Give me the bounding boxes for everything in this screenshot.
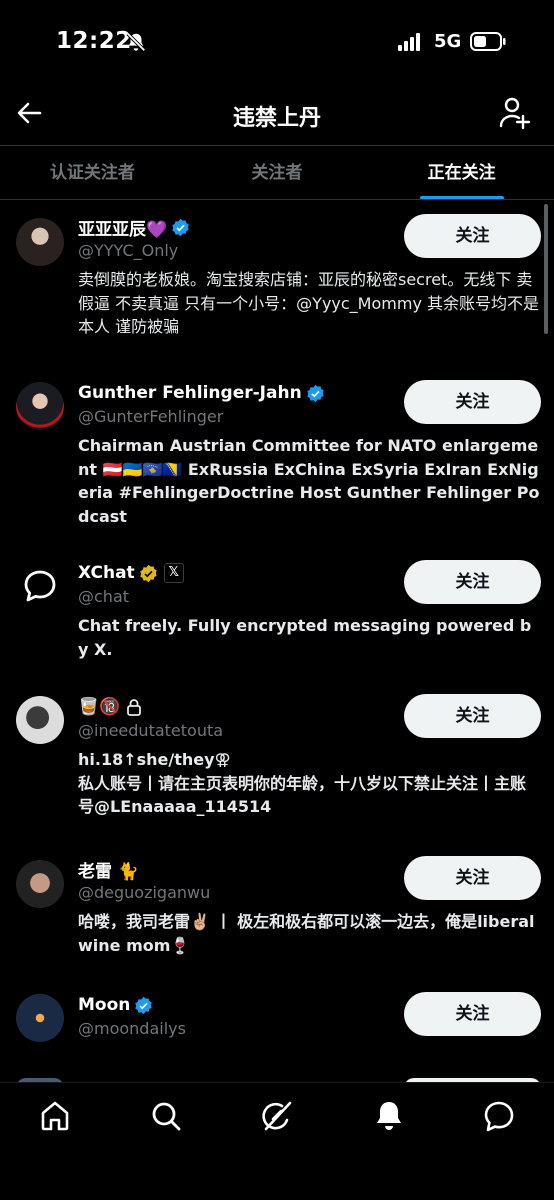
user-name[interactable]: Moon <box>78 995 130 1015</box>
top-header: 违禁上丹 <box>0 86 554 144</box>
affiliate-x-icon: 𝕏 <box>163 563 184 583</box>
user-bio: 卖倒膜的老板娘。淘宝搜索店铺：亚辰的秘密secret。无线下 卖假逼 不卖真逼 … <box>78 270 540 336</box>
add-user-icon[interactable] <box>498 96 532 130</box>
user-bio: hi.18↑she/they⚢ 私人账号丨请在主页表明你的年龄，十八岁以下禁止关… <box>78 750 527 816</box>
avatar[interactable] <box>16 382 64 430</box>
avatar[interactable] <box>16 696 64 744</box>
tab-label: 认证关注者 <box>49 163 135 183</box>
tab-verified-followers[interactable]: 认证关注者 <box>0 146 185 200</box>
chat-bubble-icon <box>24 570 56 602</box>
scrollbar[interactable] <box>544 204 548 334</box>
status-time: 12:22 <box>56 28 132 54</box>
user-name[interactable]: Gunther Fehlinger-Jahn <box>78 383 302 403</box>
follow-button[interactable]: 关注 <box>404 380 541 424</box>
user-name[interactable]: 🥃🔞 <box>78 697 120 717</box>
battery-icon <box>470 32 506 51</box>
following-list: 亚亚亚辰💜 @YYYC_Only 卖倒膜的老板娘。淘宝搜索店铺：亚辰的秘密sec… <box>0 200 554 1082</box>
lock-icon <box>127 699 142 716</box>
follow-button[interactable]: 关注 <box>404 992 541 1036</box>
avatar[interactable] <box>16 994 64 1042</box>
user-bio: Chairman Austrian Committee for NATO enl… <box>78 436 540 526</box>
network-label: 5G <box>434 31 462 52</box>
messages-icon[interactable] <box>482 1099 516 1133</box>
grok-icon[interactable] <box>260 1099 294 1133</box>
user-name[interactable]: 亚亚亚辰💜 <box>78 215 167 240</box>
user-name[interactable]: XChat <box>78 563 135 583</box>
tab-label: 正在关注 <box>427 163 496 183</box>
tab-bar: 认证关注者 关注者 正在关注 <box>0 146 554 200</box>
home-icon[interactable] <box>38 1099 72 1133</box>
follow-button[interactable]: 关注 <box>404 694 541 738</box>
page-title: 违禁上丹 <box>232 106 321 131</box>
tab-label: 关注者 <box>251 163 303 183</box>
user-name[interactable]: 老雷 🐈 <box>78 857 139 882</box>
bell-off-icon <box>126 32 146 52</box>
search-icon[interactable] <box>149 1099 183 1133</box>
status-bar: 12:22 5G <box>0 0 554 84</box>
bottom-nav <box>0 1082 554 1200</box>
gold-verified-badge-icon <box>139 564 157 582</box>
follow-button[interactable]: 关注 <box>404 856 541 900</box>
verified-badge-icon <box>172 218 189 236</box>
tab-followers[interactable]: 关注者 <box>185 146 370 200</box>
avatar[interactable] <box>16 562 64 610</box>
follow-button[interactable]: 关注 <box>404 214 541 258</box>
user-bio: Chat freely. Fully encrypted messaging p… <box>78 616 532 659</box>
follow-button[interactable]: 关注 <box>404 560 541 604</box>
avatar[interactable] <box>16 218 64 266</box>
notifications-icon[interactable] <box>372 1099 406 1133</box>
signal-icon <box>398 33 420 51</box>
verified-badge-icon <box>135 996 153 1014</box>
tab-following[interactable]: 正在关注 <box>369 146 554 200</box>
verified-badge-icon <box>306 384 324 402</box>
avatar[interactable] <box>16 860 64 908</box>
user-bio: 哈喽，我司老雷✌🏼 丨 极左和极右都可以滚一边去，俺是liberal wine … <box>78 912 535 955</box>
